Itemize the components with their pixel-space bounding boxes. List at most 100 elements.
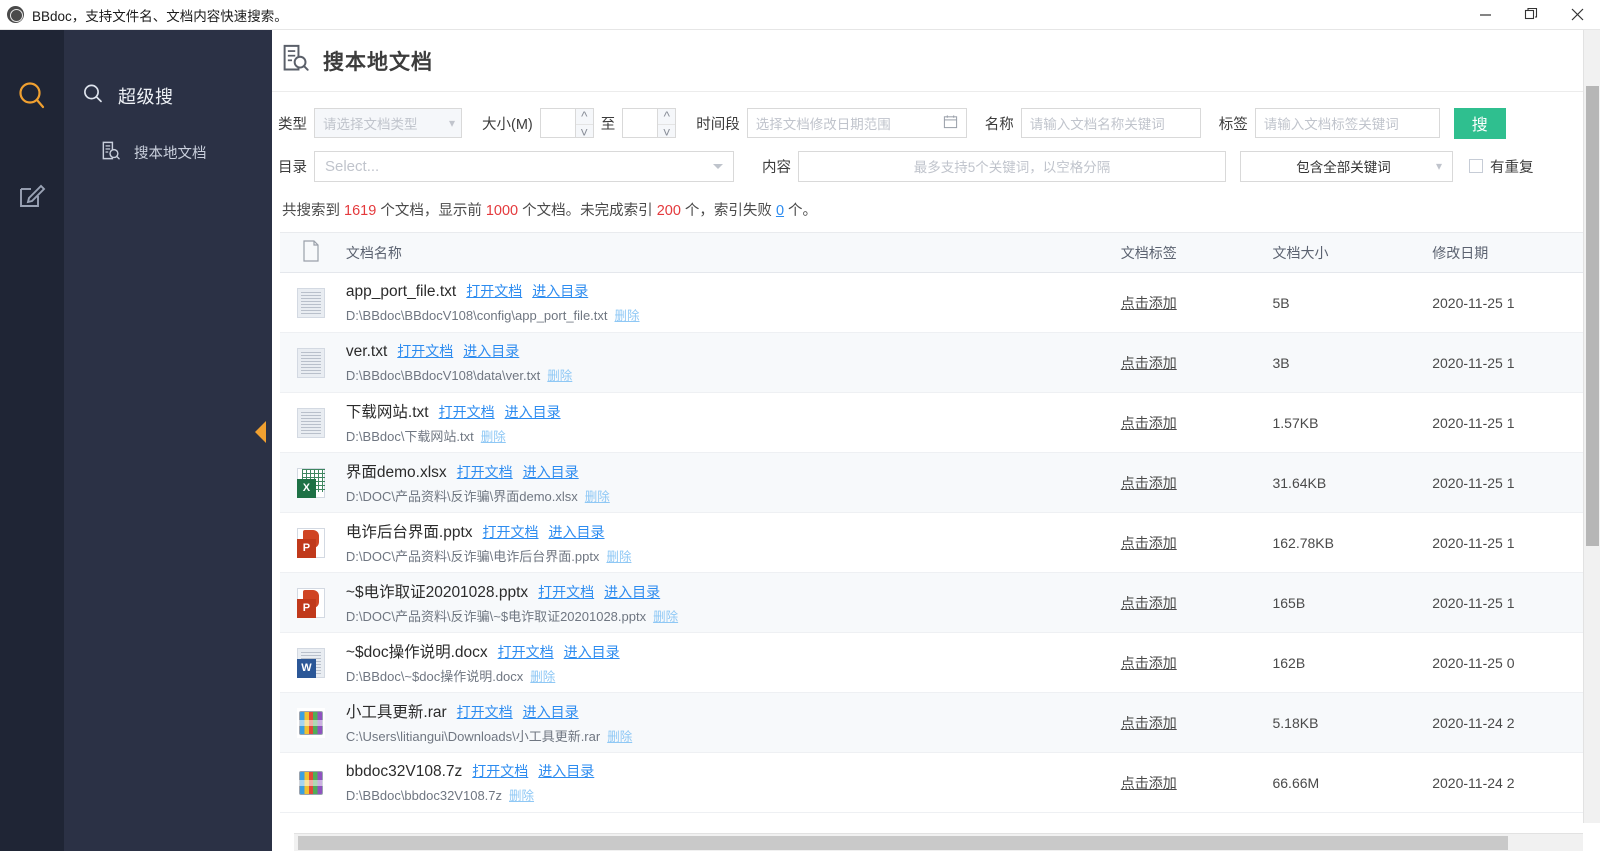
open-folder-link[interactable]: 进入目录 [523,702,579,722]
open-folder-link[interactable]: 进入目录 [604,582,660,602]
table-row[interactable]: P 电诈后台界面.pptx 打开文档 进入目录 D:\DOC\产品资料\反诈骗\电诈后台… [280,513,1592,573]
row-file-name: ~$电诈取证20201028.pptx [345,584,529,601]
row-name-cell: ver.txt 打开文档 进入目录 D:\BBdoc\BBdocV108\data\v… [342,341,1121,384]
directory-select[interactable]: Select... [314,150,734,182]
size-to-arrows[interactable]: ^ ˅ [657,109,676,140]
tag-input[interactable]: 请输入文档标签关键词 [1254,108,1440,138]
add-tag-link[interactable]: 点击添加 [1121,355,1177,371]
search-button[interactable]: 搜 [1453,107,1506,139]
add-tag-link[interactable]: 点击添加 [1121,535,1177,551]
open-folder-link[interactable]: 进入目录 [463,341,519,361]
filter-row-2: 目录 Select... 内容 最多支持5个关键词，以空格分隔 包含全部关键词 … [278,147,1594,185]
sidebar-item-local-docs[interactable]: 搜本地文档 [64,132,272,172]
stepper-down-icon[interactable]: ˅ [658,125,675,140]
delete-link[interactable]: 删除 [530,666,555,685]
column-size-header[interactable]: 文档大小 [1272,243,1432,263]
open-document-link[interactable]: 打开文档 [457,462,513,482]
result-summary: 共搜索到 1619 个文档，显示前 1000 个文档。未完成索引 200 个，索… [272,189,1600,232]
delete-link[interactable]: 删除 [615,305,640,324]
add-tag-link[interactable]: 点击添加 [1121,475,1177,491]
content-input[interactable]: 最多支持5个关键词，以空格分隔 [798,150,1226,182]
table-row[interactable]: X 界面demo.xlsx 打开文档 进入目录 D:\DOC\产品资料\反诈骗\界面de… [280,453,1592,513]
minimize-button[interactable] [1462,0,1508,29]
size-from-stepper[interactable]: ^ ˅ [539,108,594,140]
open-document-link[interactable]: 打开文档 [439,402,495,422]
open-folder-link[interactable]: 进入目录 [538,761,594,781]
column-name-header[interactable]: 文档名称 [342,243,1121,263]
column-date-header[interactable]: 修改日期 [1432,243,1592,263]
open-folder-link[interactable]: 进入目录 [549,522,605,542]
add-tag-link[interactable]: 点击添加 [1121,655,1177,671]
summary-failed-link[interactable]: 0 [776,203,784,219]
open-folder-link[interactable]: 进入目录 [564,642,620,662]
keyword-logic-select[interactable]: 包含全部关键词 ▾ [1240,150,1453,182]
row-tag-cell: 点击添加 [1121,473,1273,493]
close-button[interactable] [1554,0,1600,29]
vertical-scrollbar[interactable] [1583,30,1600,823]
row-path-line: D:\DOC\产品资料\反诈骗\电诈后台界面.pptx 删除 [346,546,1121,565]
open-document-link[interactable]: 打开文档 [466,281,522,301]
column-tag-header[interactable]: 文档标签 [1121,243,1273,263]
results-table: 文档名称 文档标签 文档大小 修改日期 app_port_file.txt 打开文… [280,232,1592,813]
delete-link[interactable]: 删除 [585,486,610,505]
table-row[interactable]: W ~$doc操作说明.docx 打开文档 进入目录 D:\BBdoc\~$doc操作说… [280,633,1592,693]
open-document-link[interactable]: 打开文档 [498,642,554,662]
open-document-link[interactable]: 打开文档 [472,761,528,781]
add-tag-link[interactable]: 点击添加 [1121,295,1177,311]
page-header: 搜本地文档 [272,30,1600,92]
stepper-down-icon[interactable]: ˅ [576,125,593,140]
open-folder-link[interactable]: 进入目录 [505,402,561,422]
open-document-link[interactable]: 打开文档 [538,582,594,602]
vertical-scrollbar-thumb[interactable] [1586,86,1599,546]
row-name-line: ver.txt 打开文档 进入目录 [346,341,1121,361]
open-document-link[interactable]: 打开文档 [483,522,539,542]
maximize-restore-button[interactable] [1508,0,1554,29]
open-folder-link[interactable]: 进入目录 [523,462,579,482]
summary-mid2: 个文档。未完成索引 [518,203,657,219]
date-range-picker[interactable]: 选择文档修改日期范围 [746,108,967,138]
delete-link[interactable]: 删除 [606,546,631,565]
delete-link[interactable]: 删除 [607,726,632,745]
table-row[interactable]: P ~$电诈取证20201028.pptx 打开文档 进入目录 D:\DOC\产品资料\… [280,573,1592,633]
row-name-line: 电诈后台界面.pptx 打开文档 进入目录 [346,520,1121,542]
table-row[interactable]: bbdoc32V108.7z 打开文档 进入目录 D:\BBdoc\bbdoc32V1… [280,753,1592,813]
duplicate-checkbox-wrap[interactable]: 有重复 [1469,156,1534,177]
delete-link[interactable]: 删除 [653,606,678,625]
stepper-up-icon[interactable]: ^ [575,109,593,125]
pptx-file-icon: P [296,527,325,558]
size-from-input[interactable] [541,109,575,137]
table-row[interactable]: app_port_file.txt 打开文档 进入目录 D:\BBdoc\BBdocV… [280,273,1592,333]
sidebar-nav: 超级搜 搜本地文档 [64,30,272,851]
sidebar-collapse-handle[interactable] [255,421,266,443]
add-tag-link[interactable]: 点击添加 [1121,715,1177,731]
open-folder-link[interactable]: 进入目录 [532,281,588,301]
content-input-placeholder: 最多支持5个关键词，以空格分隔 [913,160,1111,175]
rail-item-edit[interactable] [0,165,64,229]
add-tag-link[interactable]: 点击添加 [1121,415,1177,431]
table-row[interactable]: 下载网站.txt 打开文档 进入目录 D:\BBdoc\下载网站.txt 删除 点击添加 1… [280,393,1592,453]
rail-item-search[interactable] [0,66,64,130]
row-file-icon-cell: X [280,467,342,498]
add-tag-link[interactable]: 点击添加 [1121,775,1177,791]
open-document-link[interactable]: 打开文档 [397,341,453,361]
stepper-up-icon[interactable]: ^ [658,109,676,125]
table-row[interactable]: ver.txt 打开文档 进入目录 D:\BBdoc\BBdocV108\data\v… [280,333,1592,393]
row-file-name: 下载网站.txt [345,404,429,421]
size-to-stepper[interactable]: ^ ˅ [622,108,677,140]
row-name-line: bbdoc32V108.7z 打开文档 进入目录 [346,761,1121,781]
size-from-arrows[interactable]: ^ ˅ [574,109,593,140]
table-row[interactable]: 小工具更新.rar 打开文档 进入目录 C:\Users\litiangui\Down… [280,693,1592,753]
delete-link[interactable]: 删除 [481,426,506,445]
type-select[interactable]: 请选择文档类型 ▾ [314,108,462,138]
duplicate-checkbox[interactable] [1469,159,1483,173]
delete-link[interactable]: 删除 [509,785,534,804]
name-input[interactable]: 请输入文档名称关键词 [1020,108,1201,138]
row-size-cell: 5.18KB [1272,714,1319,731]
size-to-input[interactable] [623,109,657,137]
horizontal-scrollbar-thumb[interactable] [298,836,1508,850]
duplicate-label: 有重复 [1490,159,1534,176]
horizontal-scrollbar[interactable] [272,833,1583,851]
add-tag-link[interactable]: 点击添加 [1121,595,1177,611]
delete-link[interactable]: 删除 [547,365,572,384]
open-document-link[interactable]: 打开文档 [457,702,513,722]
